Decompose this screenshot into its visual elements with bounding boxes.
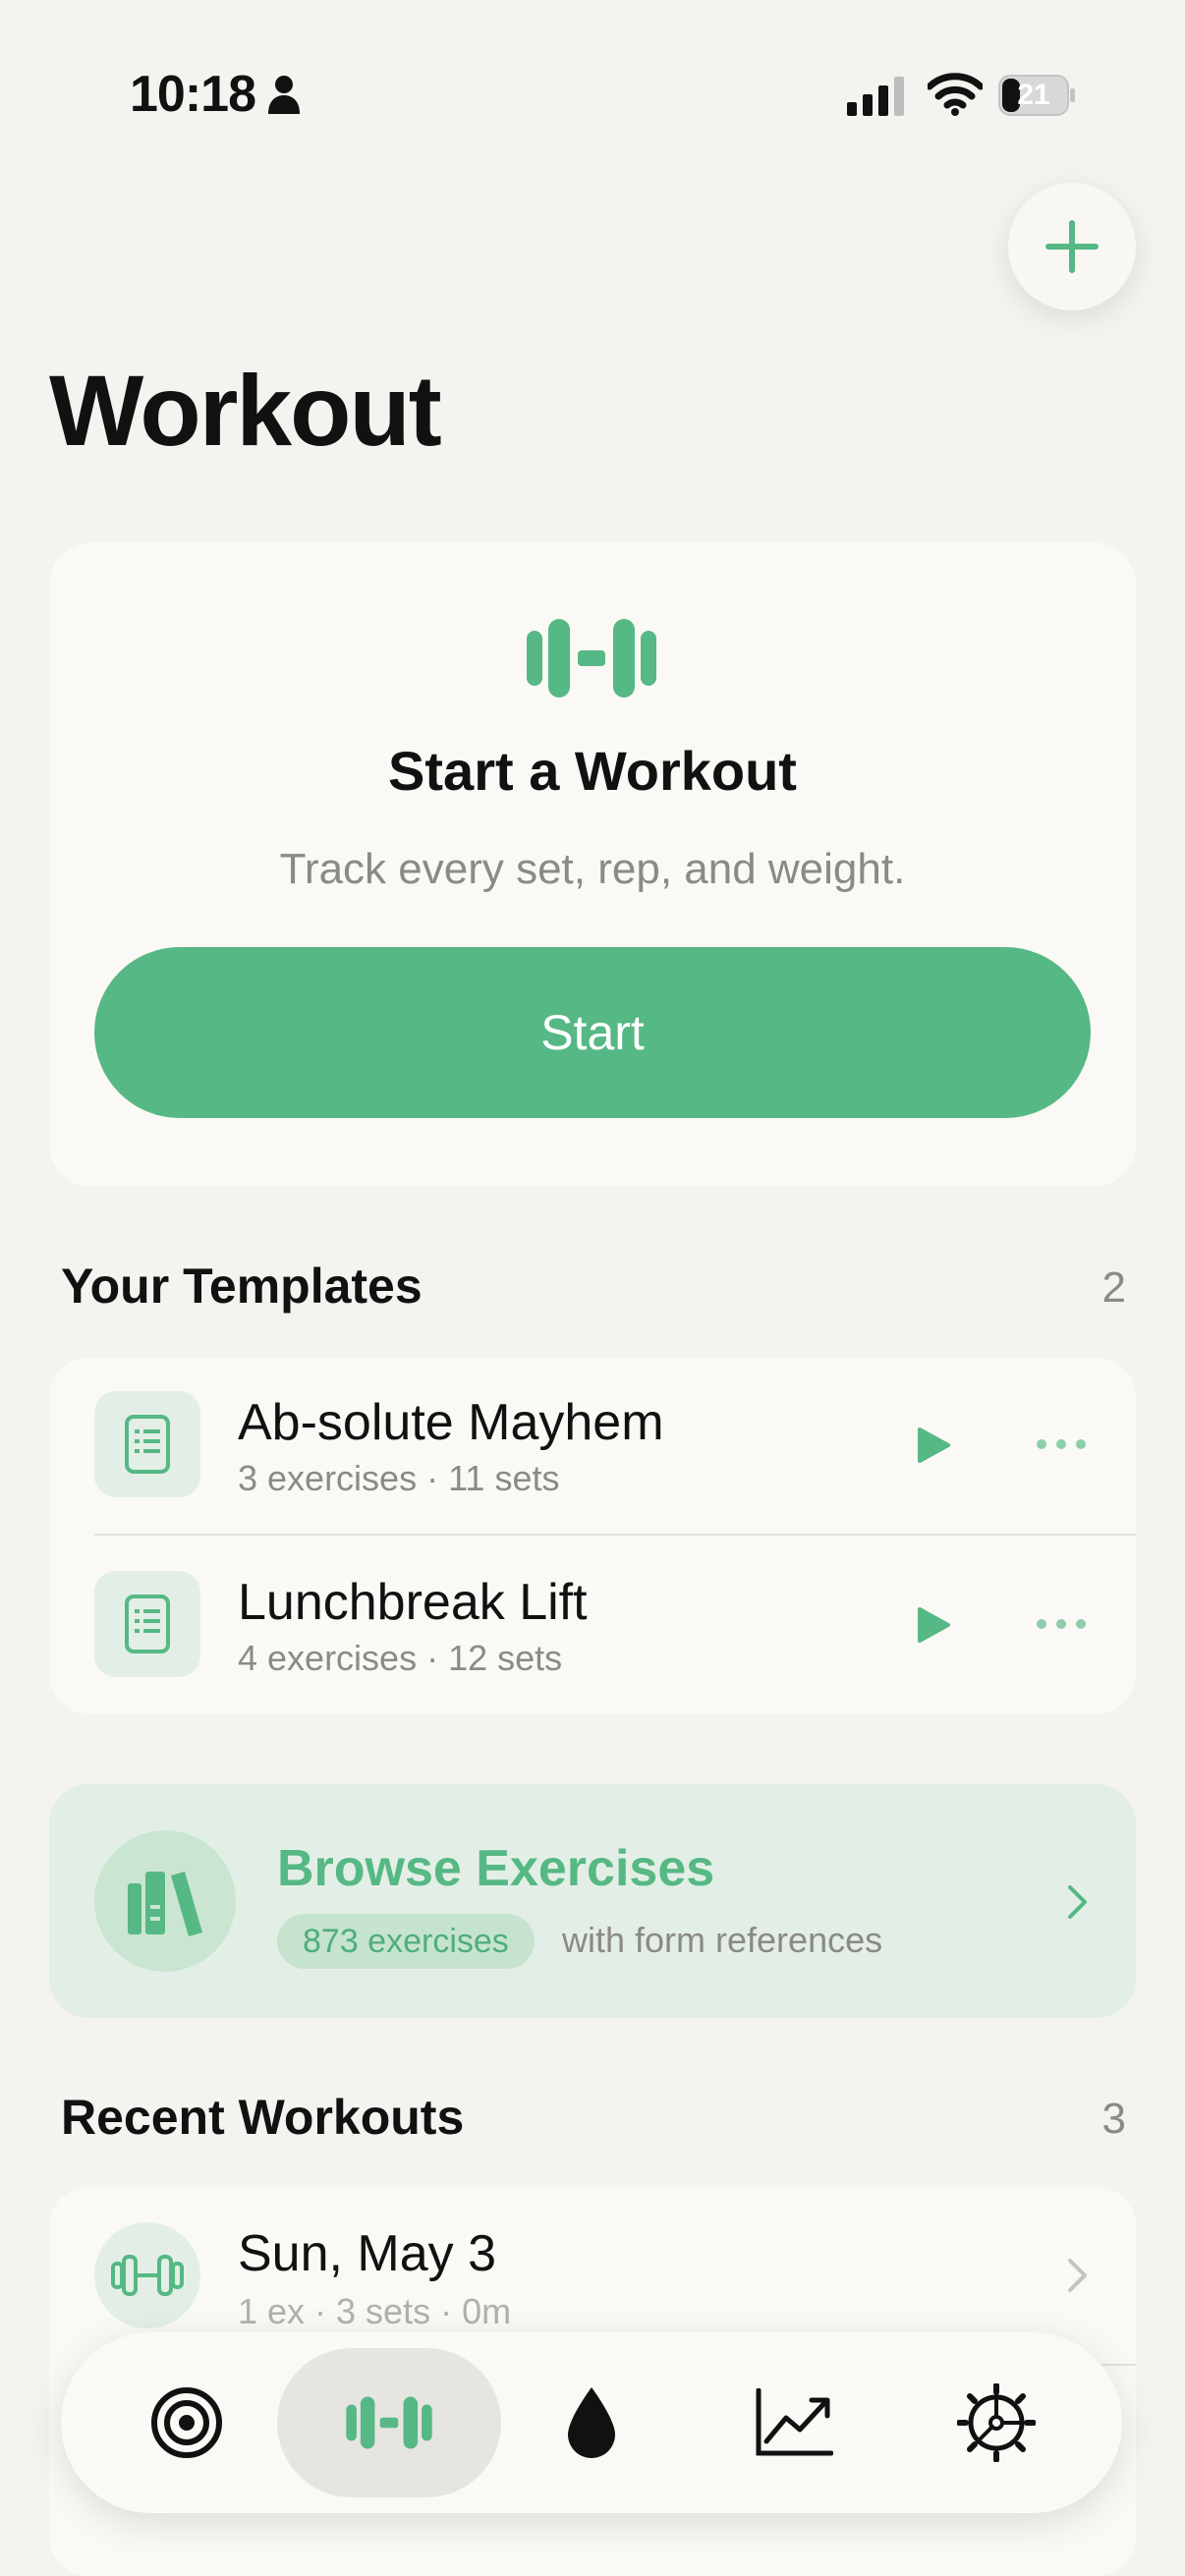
templates-section-title: Your Templates (61, 1259, 423, 1314)
gear-icon (957, 2383, 1036, 2462)
wifi-icon (928, 73, 983, 116)
recent-section-title: Recent Workouts (61, 2090, 465, 2145)
template-row[interactable] (94, 1391, 200, 1497)
document-icon (125, 1415, 170, 1474)
template-detail: 3 exercises · 11 sets (238, 1458, 560, 1498)
chart-icon (756, 2388, 833, 2456)
battery-indicator: 21 (998, 75, 1077, 116)
dumbbell-icon (346, 2396, 432, 2449)
browse-exercises-title: Browse Exercises (277, 1840, 715, 1897)
document-icon (125, 1595, 170, 1653)
workout-detail: 1 ex · 3 sets · 0m (238, 2291, 512, 2331)
tab-workout[interactable] (314, 2348, 464, 2497)
tab-hydration[interactable] (517, 2348, 666, 2497)
template-detail: 4 exercises · 12 sets (238, 1638, 563, 1678)
recent-count: 3 (1101, 2095, 1126, 2143)
cellular-signal-icon (847, 77, 904, 116)
tab-settings[interactable] (922, 2348, 1071, 2497)
workout-date[interactable]: Sun, May 3 (238, 2224, 496, 2283)
drop-icon (568, 2387, 615, 2458)
tab-goals[interactable] (112, 2348, 261, 2497)
page-title: Workout (49, 355, 442, 467)
library-icon-circle (94, 1830, 236, 1972)
tab-progress[interactable] (719, 2348, 869, 2497)
divider (94, 1534, 1136, 1536)
chevron-right-icon (1068, 2259, 1087, 2292)
status-time: 10:18 (130, 66, 256, 123)
start-card-title: Start a Workout (388, 740, 797, 802)
template-icon-box (94, 1571, 200, 1677)
person-icon (268, 76, 300, 114)
template-name: Lunchbreak Lift (238, 1574, 588, 1631)
more-options-icon[interactable] (1034, 1436, 1089, 1452)
add-button[interactable] (1008, 183, 1136, 310)
more-options-icon[interactable] (1034, 1616, 1089, 1632)
target-icon (151, 2387, 222, 2458)
play-icon[interactable] (916, 1427, 951, 1464)
templates-count: 2 (1101, 1263, 1126, 1312)
template-icon-box (94, 1391, 200, 1497)
battery-level: 21 (1017, 79, 1050, 111)
play-icon[interactable] (916, 1606, 951, 1644)
dumbbell-icon (111, 2255, 184, 2296)
workout-icon-circle[interactable] (94, 2222, 200, 2328)
browse-exercises-subtitle: with form references (562, 1920, 883, 1960)
dumbbell-icon (527, 619, 656, 698)
chevron-right-icon (1068, 1885, 1087, 1919)
start-workout-button[interactable]: Start (94, 947, 1091, 1118)
start-card-subtitle: Track every set, rep, and weight. (279, 845, 906, 893)
template-name: Ab-solute Mayhem (238, 1394, 664, 1451)
plus-icon (1045, 220, 1099, 273)
template-row[interactable] (94, 1571, 200, 1677)
exercise-count-badge: 873 exercises (277, 1914, 535, 1969)
books-icon (128, 1872, 202, 1936)
